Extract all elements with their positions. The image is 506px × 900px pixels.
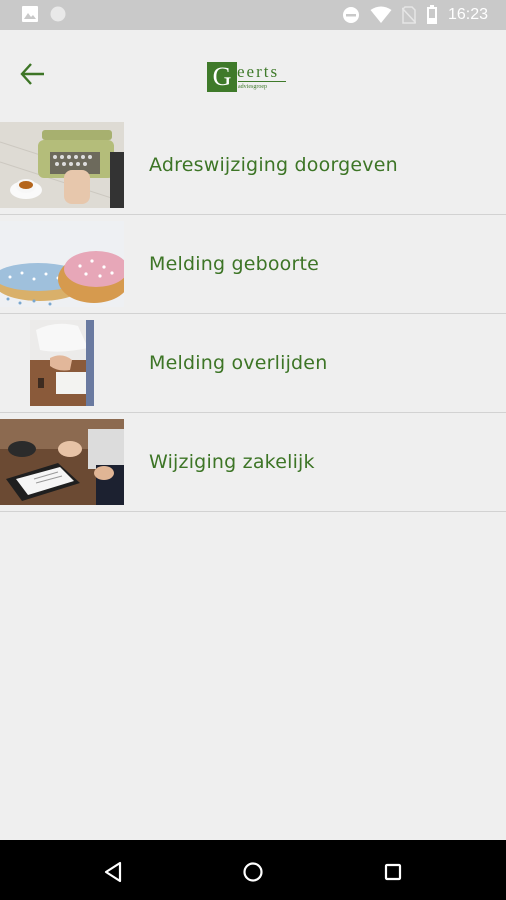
nav-back-button[interactable] [100, 858, 128, 886]
status-bar-left [22, 6, 66, 22]
app-header: G eerts adviesgroep [0, 30, 506, 120]
menu-item-overlijden[interactable]: Melding overlijden [0, 314, 506, 413]
geerts-logo: G eerts adviesgroep [207, 62, 287, 92]
arrow-left-icon [20, 63, 44, 85]
logo-text: eerts [237, 62, 280, 81]
nav-home-button[interactable] [239, 858, 267, 886]
battery-icon [426, 5, 437, 24]
system-nav-bar [0, 840, 506, 900]
menu-item-adreswijziging[interactable]: Adreswijziging doorgeven [0, 116, 506, 215]
typewriter-photo [0, 122, 124, 208]
status-bar-right: 16:23 [342, 4, 488, 26]
menu-item-label: Adreswijziging doorgeven [149, 154, 398, 176]
back-button[interactable] [14, 58, 54, 94]
menu-item-label: Melding overlijden [149, 352, 328, 374]
status-time: 16:23 [447, 6, 488, 23]
image-icon [22, 6, 38, 22]
beschuit-met-muisjes-photo [0, 221, 124, 307]
circle-icon [50, 6, 66, 22]
wifi-icon [370, 6, 392, 23]
logo-letter: G [207, 62, 237, 92]
no-sim-icon [401, 6, 416, 24]
menu-item-label: Wijziging zakelijk [149, 451, 315, 473]
status-bar: 16:23 [0, 0, 506, 30]
home-circle-icon [243, 862, 263, 882]
handshake-office-photo [0, 320, 124, 406]
menu-item-geboorte[interactable]: Melding geboorte [0, 215, 506, 314]
business-meeting-photo [0, 419, 124, 505]
menu-list: Adreswijziging doorgeven Melding geboort… [0, 116, 506, 512]
menu-item-zakelijk[interactable]: Wijziging zakelijk [0, 413, 506, 512]
do-not-disturb-icon [342, 7, 359, 23]
nav-recents-button[interactable] [379, 858, 407, 886]
recents-square-icon [384, 863, 402, 881]
back-triangle-icon [104, 861, 122, 883]
menu-item-label: Melding geboorte [149, 253, 320, 275]
logo-subtext: adviesgroep [238, 81, 286, 91]
